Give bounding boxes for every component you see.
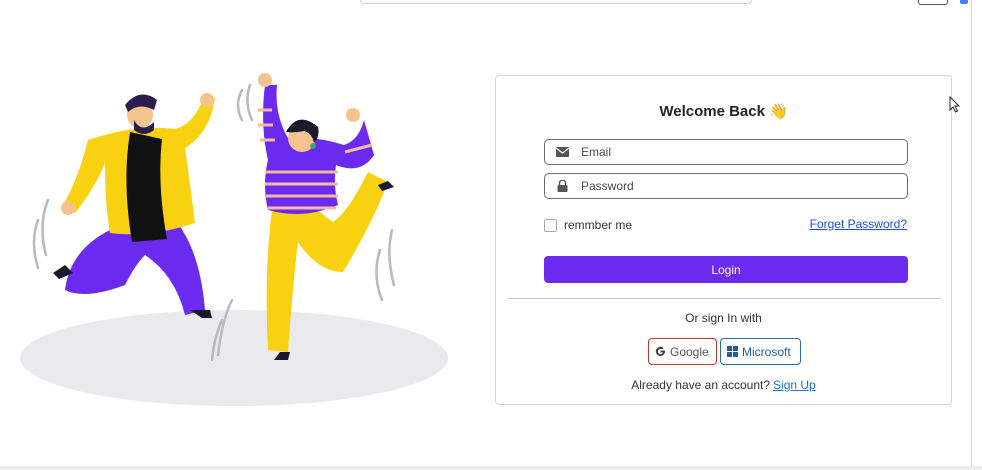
email-field[interactable] (544, 139, 908, 165)
mouse-cursor-icon (949, 96, 961, 113)
window-right-edge (971, 0, 982, 470)
account-prompt: Already have an account? (631, 378, 771, 392)
google-icon (655, 346, 666, 357)
remember-me[interactable]: remmber me (544, 218, 632, 232)
login-title-text: Welcome Back (659, 103, 765, 120)
or-sign-in-text: Or sign In with (685, 311, 762, 325)
sign-up-link[interactable]: Sign Up (773, 378, 816, 392)
microsoft-sign-in-button[interactable]: Microsoft (720, 338, 801, 365)
man-figure (53, 93, 215, 318)
signup-row: Already have an account? Sign Up (496, 378, 951, 392)
ground-shadow (20, 310, 448, 406)
password-field[interactable] (544, 173, 908, 199)
microsoft-icon (727, 346, 738, 357)
password-input[interactable] (579, 174, 907, 198)
lock-icon (545, 174, 579, 198)
google-label: Google (670, 344, 709, 359)
envelope-icon (545, 140, 579, 164)
window-control[interactable] (918, 0, 948, 5)
browser-top-strip (0, 0, 982, 8)
login-title: Welcome Back 👋 (496, 102, 951, 120)
login-card: Welcome Back👋 remmber me Forget Password… (495, 75, 952, 405)
dancing-people-illustration (20, 73, 448, 406)
waving-hand-icon: 👋 (768, 103, 788, 120)
login-button[interactable]: Login (544, 256, 908, 283)
forgot-password-link[interactable]: Forget Password? (810, 217, 907, 231)
address-bar-edge (360, 0, 752, 4)
remember-label: remmber me (564, 218, 633, 232)
microsoft-label: Microsoft (742, 344, 791, 359)
google-sign-in-button[interactable]: Google (648, 338, 717, 365)
remember-checkbox[interactable] (544, 218, 557, 232)
divider (508, 298, 941, 299)
window-indicator (960, 0, 968, 4)
window-bottom-edge (0, 466, 982, 470)
email-input[interactable] (579, 140, 907, 164)
